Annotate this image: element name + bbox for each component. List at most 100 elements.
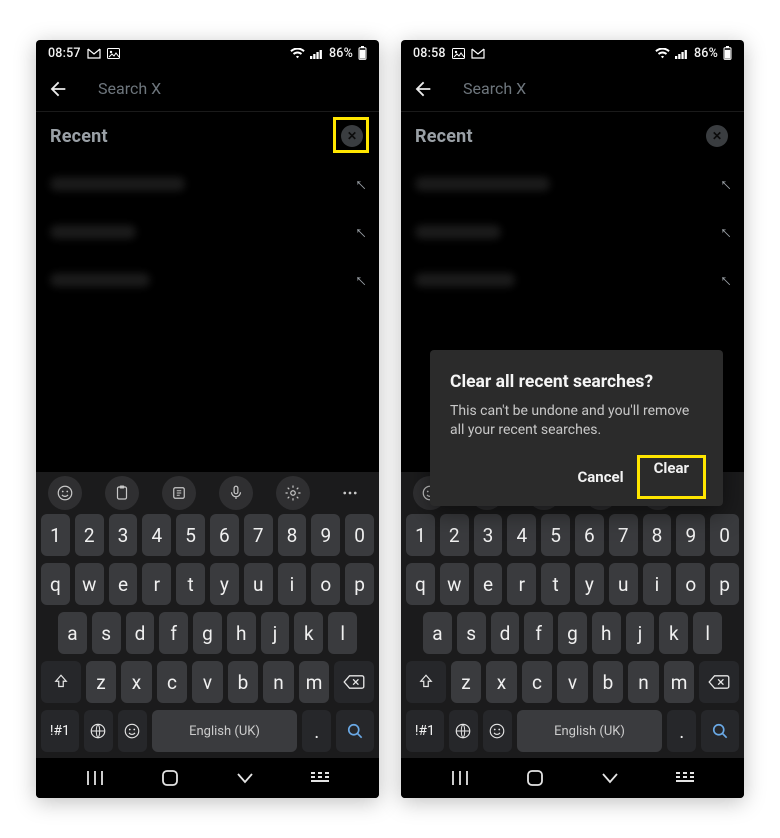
home-nav-icon[interactable] <box>155 769 185 787</box>
recent-item[interactable]: ↑ <box>50 160 365 208</box>
symbols-key[interactable]: !#1 <box>406 710 444 752</box>
key[interactable]: b <box>228 661 259 703</box>
key[interactable]: 1 <box>406 514 435 556</box>
key[interactable]: o <box>311 563 340 605</box>
back-arrow-icon[interactable] <box>411 77 435 101</box>
key[interactable]: z <box>451 661 482 703</box>
key[interactable]: 0 <box>710 514 739 556</box>
key[interactable]: d <box>491 612 520 654</box>
key[interactable]: s <box>457 612 486 654</box>
globe-key[interactable] <box>84 710 113 752</box>
arrow-upleft-icon[interactable]: ↑ <box>350 269 371 290</box>
key[interactable]: e <box>109 563 138 605</box>
recent-item[interactable]: ↑ <box>50 256 365 304</box>
more-icon[interactable] <box>333 476 367 510</box>
key[interactable]: u <box>244 563 273 605</box>
clipboard-icon[interactable] <box>105 476 139 510</box>
key[interactable]: d <box>126 612 155 654</box>
key[interactable]: w <box>75 563 104 605</box>
key[interactable]: 3 <box>474 514 503 556</box>
key[interactable]: 5 <box>541 514 570 556</box>
key[interactable]: f <box>159 612 188 654</box>
key[interactable]: 4 <box>507 514 536 556</box>
arrow-upleft-icon[interactable]: ↑ <box>350 221 371 242</box>
clear-recent-icon[interactable]: ✕ <box>341 125 363 147</box>
key[interactable]: 4 <box>142 514 171 556</box>
key[interactable]: y <box>575 563 604 605</box>
key[interactable]: 7 <box>609 514 638 556</box>
recents-nav-icon[interactable] <box>445 770 475 786</box>
key[interactable]: f <box>524 612 553 654</box>
key[interactable]: r <box>142 563 171 605</box>
key[interactable]: 2 <box>75 514 104 556</box>
keyboard-nav-icon[interactable] <box>670 772 700 784</box>
key[interactable]: 8 <box>643 514 672 556</box>
key[interactable]: m <box>299 661 330 703</box>
key[interactable]: g <box>558 612 587 654</box>
space-key[interactable]: English (UK) <box>517 710 662 752</box>
key[interactable]: x <box>121 661 152 703</box>
key[interactable]: k <box>659 612 688 654</box>
search-input[interactable]: Search X <box>463 79 526 98</box>
arrow-upleft-icon[interactable]: ↑ <box>715 221 736 242</box>
key[interactable]: n <box>263 661 294 703</box>
key[interactable]: 2 <box>440 514 469 556</box>
key[interactable]: k <box>294 612 323 654</box>
emoji-key[interactable] <box>483 710 512 752</box>
emoji-icon[interactable] <box>48 476 82 510</box>
key[interactable]: p <box>345 563 374 605</box>
key[interactable]: e <box>474 563 503 605</box>
recent-item[interactable]: ↑ <box>415 256 730 304</box>
key[interactable]: q <box>41 563 70 605</box>
key[interactable]: q <box>406 563 435 605</box>
key[interactable]: u <box>609 563 638 605</box>
key[interactable]: 6 <box>575 514 604 556</box>
key[interactable]: x <box>486 661 517 703</box>
recent-item[interactable]: ↑ <box>50 208 365 256</box>
key[interactable]: y <box>210 563 239 605</box>
emoji-key[interactable] <box>118 710 147 752</box>
recent-item[interactable]: ↑ <box>415 208 730 256</box>
globe-key[interactable] <box>449 710 478 752</box>
recent-item[interactable]: ↑ <box>415 160 730 208</box>
key[interactable]: s <box>92 612 121 654</box>
search-key[interactable] <box>701 710 739 752</box>
key[interactable]: l <box>693 612 722 654</box>
cancel-button[interactable]: Cancel <box>563 458 637 496</box>
key[interactable]: z <box>86 661 117 703</box>
key[interactable]: r <box>507 563 536 605</box>
space-key[interactable]: English (UK) <box>152 710 297 752</box>
key[interactable]: i <box>278 563 307 605</box>
key[interactable]: h <box>227 612 256 654</box>
key[interactable]: t <box>176 563 205 605</box>
arrow-upleft-icon[interactable]: ↑ <box>715 269 736 290</box>
backspace-key[interactable] <box>699 661 739 703</box>
search-key[interactable] <box>336 710 374 752</box>
key[interactable]: 8 <box>278 514 307 556</box>
shift-key[interactable] <box>406 661 446 703</box>
period-key[interactable]: . <box>667 710 696 752</box>
shift-key[interactable] <box>41 661 81 703</box>
period-key[interactable]: . <box>302 710 331 752</box>
key[interactable]: n <box>628 661 659 703</box>
back-arrow-icon[interactable] <box>46 77 70 101</box>
key[interactable]: 9 <box>676 514 705 556</box>
backspace-key[interactable] <box>334 661 374 703</box>
key[interactable]: i <box>643 563 672 605</box>
key[interactable]: j <box>261 612 290 654</box>
key[interactable]: h <box>592 612 621 654</box>
key[interactable]: 7 <box>244 514 273 556</box>
key[interactable]: v <box>192 661 223 703</box>
search-input[interactable]: Search X <box>98 79 161 98</box>
home-nav-icon[interactable] <box>520 769 550 787</box>
key[interactable]: p <box>710 563 739 605</box>
key[interactable]: c <box>157 661 188 703</box>
arrow-upleft-icon[interactable]: ↑ <box>715 173 736 194</box>
key[interactable]: 5 <box>176 514 205 556</box>
textselect-icon[interactable] <box>162 476 196 510</box>
recents-nav-icon[interactable] <box>80 770 110 786</box>
key[interactable]: a <box>423 612 452 654</box>
back-nav-icon[interactable] <box>230 772 260 784</box>
key[interactable]: 3 <box>109 514 138 556</box>
key[interactable]: l <box>328 612 357 654</box>
